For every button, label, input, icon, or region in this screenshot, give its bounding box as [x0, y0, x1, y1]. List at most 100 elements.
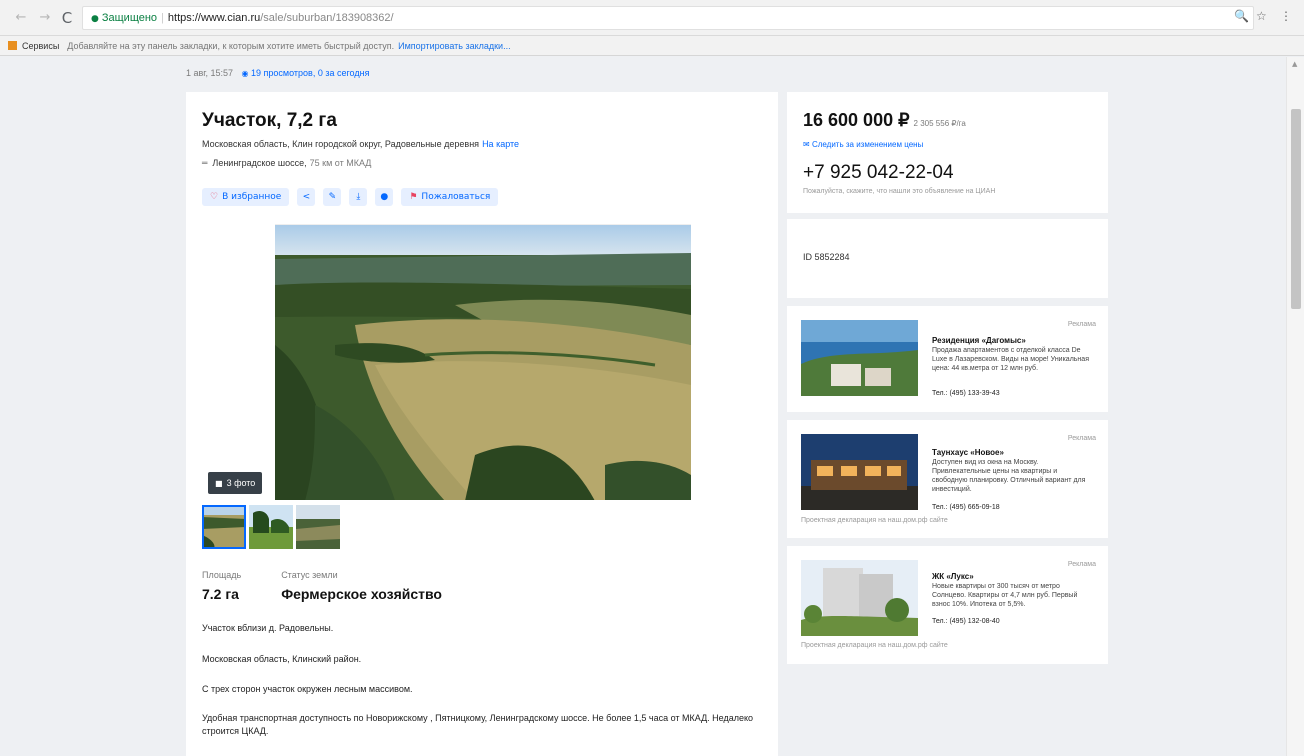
price-card: 16 600 000 ₽2 305 556 ₽/га ✉ Следить за … [787, 92, 1108, 213]
thumbnail-2[interactable] [249, 505, 293, 549]
action-bar: ♡ В избранное < ✎ ⤓ ● ⚑ Пожаловаться [202, 188, 499, 206]
thumbnail-image [249, 505, 293, 549]
page-title: Участок, 7,2 га [202, 110, 337, 131]
ad-card-1[interactable]: Реклама Резиденция «Дагомыс» Продажа апа… [787, 306, 1108, 412]
complain-button[interactable]: ⚑ Пожаловаться [401, 188, 499, 206]
photo-count-badge[interactable]: ■ 3 фото [208, 472, 263, 494]
main-photo[interactable] [275, 224, 691, 500]
share-button[interactable]: < [297, 188, 316, 206]
heart-icon: ♡ [210, 192, 219, 202]
listing-meta: 1 авг, 15:57 ◉ 19 просмотров, 0 за сегод… [186, 68, 369, 78]
thumbnail-3[interactable] [296, 505, 340, 549]
browser-toolbar: ← → C ● Защищено | https://www.cian.ru/sale… [0, 0, 1304, 36]
address-text: Московская область, Клин городской округ… [202, 139, 480, 149]
phone-number[interactable]: +7 925 042-22-04 [803, 162, 954, 184]
ad-card-2[interactable]: Реклама Таунхаус «Новое» Доступен вид из… [787, 420, 1108, 538]
ad-tag: Реклама [1067, 435, 1096, 442]
share-icon: < [302, 192, 311, 202]
reload-icon[interactable]: C [58, 9, 76, 27]
highway-distance: 75 км от МКАД [309, 158, 372, 168]
listing-id: ID 5852284 [803, 252, 850, 262]
ad-body: Новые квартиры от 300 тысяч от метро Сол… [932, 583, 1078, 608]
specs: Площадь 7.2 га Статус земли Фермерское х… [202, 570, 442, 602]
thumbnail-1[interactable] [202, 505, 246, 549]
bookmarks-bar: Сервисы Добавляйте на эту панель закладки… [0, 36, 1304, 56]
photo-thumbnails [202, 505, 340, 549]
description-paragraph: Московская область, Клинский район. [202, 654, 362, 664]
ad-body: Продажа апартаментов с отделкой класса D… [932, 347, 1089, 372]
thumbnail-image [202, 505, 246, 549]
listing-card: Участок, 7,2 га Московская область, Клин… [186, 92, 778, 756]
ad-tag: Реклама [1067, 321, 1096, 328]
landscape-photo [275, 225, 691, 500]
spec-area: Площадь 7.2 га [202, 570, 241, 602]
id-card: ID 5852284 [787, 219, 1108, 298]
map-link[interactable]: На карте [482, 139, 519, 149]
url-separator: | [161, 12, 164, 24]
edit-button[interactable]: ✎ [323, 188, 342, 206]
price-value: 16 600 000 ₽ [803, 110, 910, 130]
page-scrollbar[interactable]: ▲ [1286, 57, 1304, 756]
zoom-icon[interactable]: 🔍 [1234, 9, 1249, 23]
spec-area-value: 7.2 га [202, 586, 239, 602]
highway-info: ═ Ленинградское шоссе, 75 км от МКАД [202, 158, 371, 169]
description-paragraph: Участок вблизи д. Радовельны. [202, 623, 334, 633]
follow-price-label: Следить за изменением цены [811, 140, 924, 149]
bookmarks-hint: Добавляйте на эту панель закладки, к кот… [67, 41, 395, 51]
download-button[interactable]: ⤓ [349, 188, 368, 206]
phone-note: Пожалуйста, скажите, что нашли это объяв… [803, 188, 996, 195]
secure-label: Защищено [101, 12, 158, 24]
follow-price-link[interactable]: ✉ Следить за изменением цены [803, 140, 923, 149]
spec-area-label: Площадь [202, 570, 242, 580]
apps-icon[interactable] [8, 41, 17, 50]
url-host: https://www.cian.ru [167, 12, 261, 24]
description-paragraph: С трех сторон участок окружен лесным мас… [202, 684, 413, 694]
ad-photo-townhouse [801, 434, 918, 510]
bookmarks-import-link[interactable]: Импортировать закладки... [398, 41, 510, 51]
ad-image[interactable] [801, 560, 918, 636]
ad-title[interactable]: Таунхаус «Новое» [932, 448, 1004, 457]
bookmarks-apps[interactable]: Сервисы [22, 41, 59, 51]
price: 16 600 000 ₽2 305 556 ₽/га [803, 110, 966, 131]
complain-label: Пожаловаться [421, 192, 491, 202]
ad-phone: Тел.: (495) 133-39-43 [932, 390, 1000, 397]
url-path: /sale/suburban/183908362/ [260, 12, 394, 24]
ad-photo-building [801, 560, 918, 636]
lock-icon: ● [91, 14, 99, 24]
road-icon: ═ [202, 159, 208, 169]
download-icon: ⤓ [356, 192, 361, 202]
published-date: 1 авг, 15:57 [186, 68, 233, 78]
spec-land-status-label: Статус земли [281, 570, 338, 580]
forward-icon[interactable]: → [36, 9, 54, 27]
spec-land-status-value: Фермерское хозяйство [281, 586, 442, 602]
envelope-icon: ✉ [803, 140, 810, 149]
ad-footer: Проектная декларация на наш.дом.рф сайте [801, 517, 948, 524]
ad-body: Доступен вид из окна на Москву. Привлека… [932, 459, 1086, 493]
thumbnail-image [296, 505, 340, 549]
scroll-up-icon[interactable]: ▲ [1292, 60, 1297, 68]
more-icon: ● [380, 192, 389, 202]
pencil-icon: ✎ [328, 192, 337, 202]
description-paragraph: Удобная транспортная доступность по Ново… [202, 713, 754, 736]
listing-address: Московская область, Клин городской округ… [202, 139, 519, 149]
ad-card-3[interactable]: Реклама ЖК «Лукс» Новые квартиры от 300 … [787, 546, 1108, 664]
address-bar[interactable]: ● Защищено | https://www.cian.ru/sale/subur… [82, 6, 1254, 30]
spec-land-status: Статус земли Фермерское хозяйство [281, 570, 442, 602]
price-per-unit: 2 305 556 ₽/га [913, 119, 966, 128]
ad-image[interactable] [801, 434, 918, 510]
ad-tag: Реклама [1067, 561, 1096, 568]
favorite-button[interactable]: ♡ В избранное [202, 188, 290, 206]
scroll-thumb[interactable] [1291, 109, 1301, 309]
back-icon[interactable]: ← [12, 9, 30, 27]
ad-image[interactable] [801, 320, 918, 396]
bookmark-star-icon[interactable]: ☆ [1256, 9, 1267, 23]
camera-icon: ■ [215, 479, 223, 488]
eye-icon: ◉ [241, 69, 249, 78]
ad-title[interactable]: ЖК «Лукс» [932, 572, 974, 581]
ad-title[interactable]: Резиденция «Дагомыс» [932, 336, 1026, 345]
ad-photo-sea [801, 320, 918, 396]
more-button[interactable]: ● [375, 188, 394, 206]
highway-name: Ленинградское шоссе, [212, 158, 307, 168]
views-count[interactable]: 19 просмотров, 0 за сегодня [251, 68, 369, 78]
menu-icon[interactable]: ⋮ [1280, 9, 1292, 23]
